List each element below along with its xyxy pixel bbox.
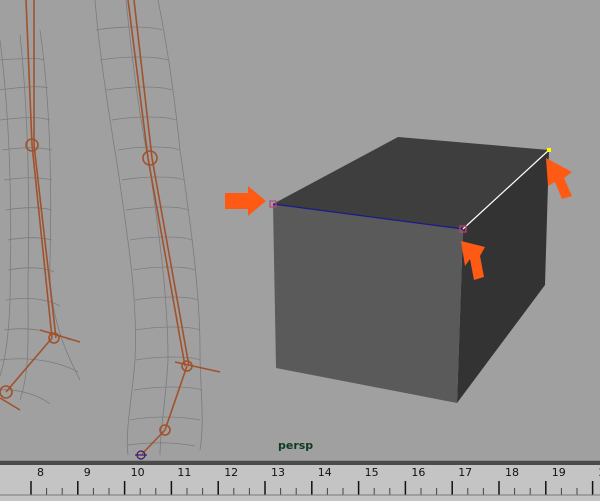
selected-vertex-icon[interactable] — [547, 148, 551, 152]
scene-canvas[interactable] — [0, 0, 600, 460]
timeline-tick-label: 18 — [505, 466, 519, 479]
cube-mesh[interactable] — [269, 137, 551, 403]
skeleton-bones[interactable] — [0, 0, 221, 455]
time-slider[interactable]: 89101112131415161718192 — [0, 460, 600, 501]
arrow-up-left-icon — [546, 158, 572, 199]
arrow-right-icon — [225, 186, 266, 216]
foot-joint-icon[interactable] — [135, 450, 147, 460]
cube-front-face[interactable] — [273, 204, 463, 403]
timeline-tick-label: 9 — [84, 466, 91, 479]
timeline-tick-label: 8 — [37, 466, 44, 479]
timeline-tick-label: 15 — [365, 466, 379, 479]
time-ruler[interactable]: 89101112131415161718192 — [0, 465, 600, 501]
leg-wireframe-right[interactable] — [94, 0, 203, 456]
timeline-tick-label: 10 — [131, 466, 145, 479]
timeline-tick-label: 17 — [458, 466, 472, 479]
timeline-tick-label: 12 — [224, 466, 238, 479]
timeline-tick-label: 16 — [411, 466, 425, 479]
timeline-tick-label: 11 — [177, 466, 191, 479]
timeline-tick-label: 19 — [552, 466, 566, 479]
perspective-viewport[interactable]: persp — [0, 0, 600, 460]
timeline-tick-label: 14 — [318, 466, 332, 479]
camera-label: persp — [278, 439, 314, 452]
timeline-tick-label: 13 — [271, 466, 285, 479]
